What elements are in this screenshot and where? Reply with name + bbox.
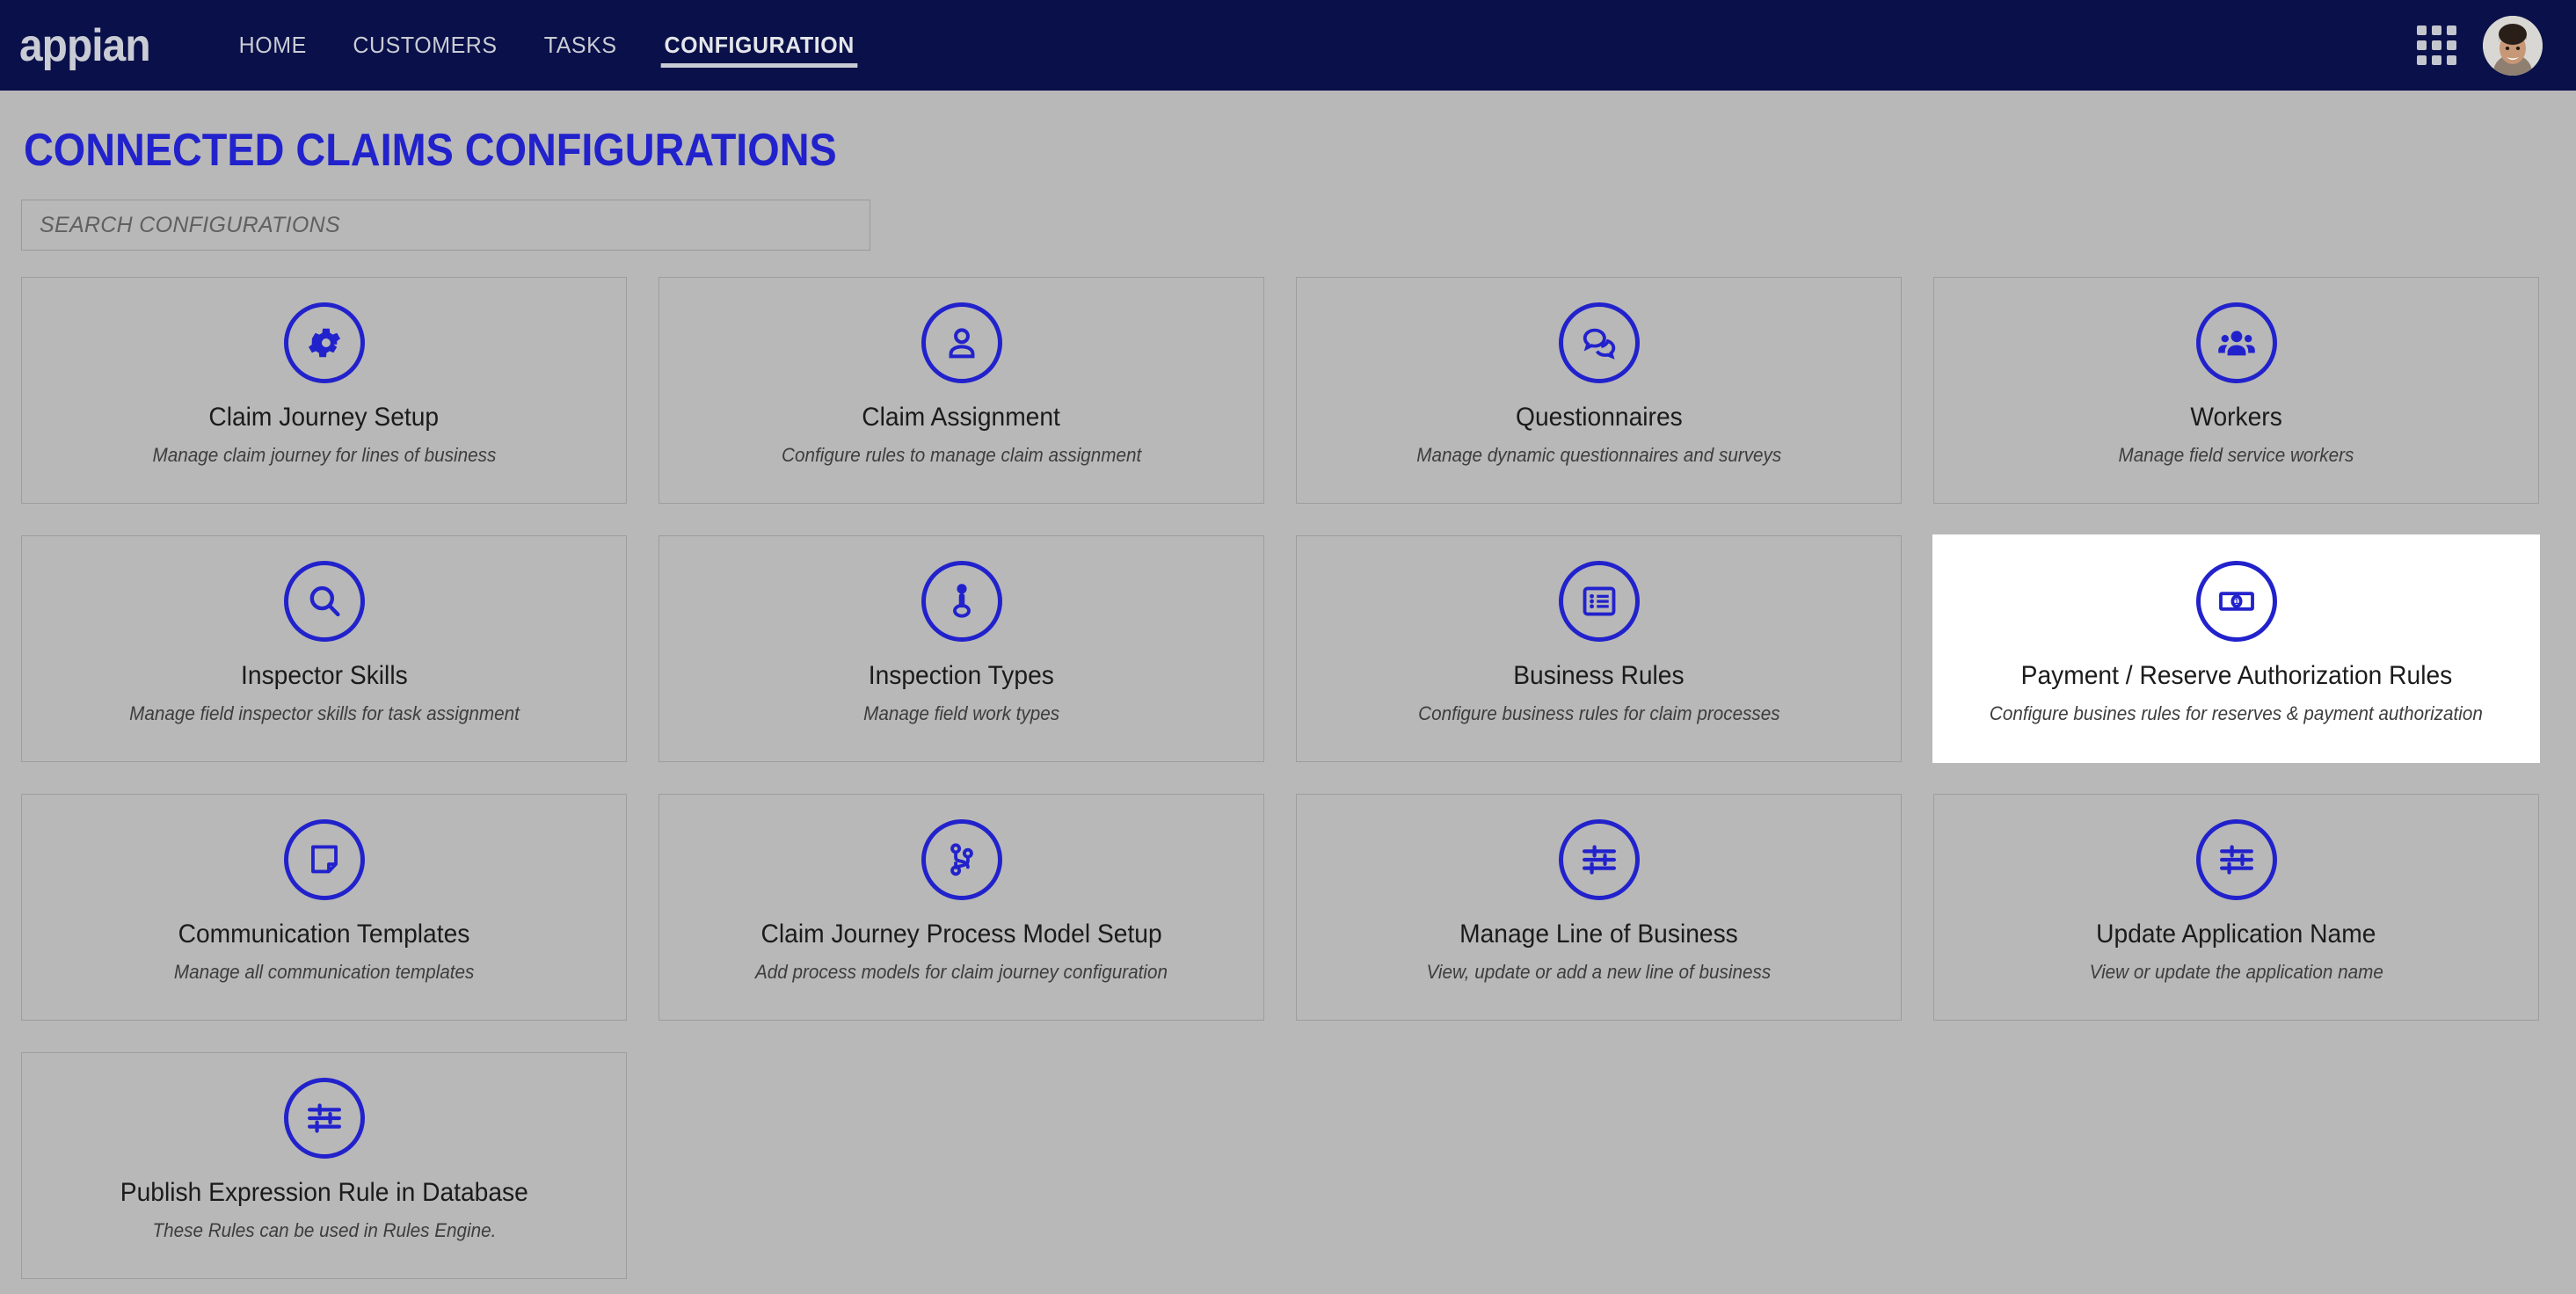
search-row <box>21 200 2555 251</box>
page-title: CONNECTED CLAIMS CONFIGURATIONS <box>24 125 837 176</box>
card-title: Inspector Skills <box>240 661 408 690</box>
card-title: Workers <box>2190 403 2282 432</box>
user-icon <box>921 302 1002 383</box>
list-box-icon <box>1558 561 1640 642</box>
card-description: View, update or add a new line of busine… <box>1426 960 1772 983</box>
page-body: CONNECTED CLAIMS CONFIGURATIONS Claim Jo… <box>0 124 2576 1279</box>
magnifier-icon <box>283 561 365 642</box>
nav-item-home[interactable]: HOME <box>218 0 326 91</box>
card-workers[interactable]: Workers Manage field service workers <box>1933 277 2539 504</box>
branch-flow-icon <box>921 819 1002 900</box>
card-title: Communication Templates <box>178 920 470 949</box>
card-title: Manage Line of Business <box>1459 920 1738 949</box>
card-description: Configure rules to manage claim assignme… <box>781 443 1142 466</box>
card-description: Manage field work types <box>862 702 1059 724</box>
card-communication-templates[interactable]: Communication Templates Manage all commu… <box>21 794 627 1021</box>
sliders-icon <box>2195 819 2277 900</box>
card-title: Claim Assignment <box>862 403 1061 432</box>
svg-text:1: 1 <box>2234 597 2238 606</box>
card-claim-journey-process-model-setup[interactable]: Claim Journey Process Model Setup Add pr… <box>659 794 1264 1021</box>
user-avatar-photo <box>2483 15 2543 76</box>
nav-item-customers[interactable]: CUSTOMERS <box>332 0 517 91</box>
card-title: Inspection Types <box>868 661 1055 690</box>
card-description: Add process models for claim journey con… <box>754 960 1168 983</box>
card-description: Manage field service workers <box>2118 443 2354 466</box>
avatar[interactable] <box>2483 15 2543 76</box>
sliders-icon <box>1558 819 1640 900</box>
card-description: Manage field inspector skills for task a… <box>128 702 520 724</box>
card-inspection-types[interactable]: Inspection Types Manage field work types <box>659 535 1264 762</box>
card-description: Manage dynamic questionnaires and survey… <box>1415 443 1781 466</box>
card-title: Claim Journey Setup <box>208 403 440 432</box>
sliders-icon <box>283 1078 365 1159</box>
card-description: These Rules can be used in Rules Engine. <box>152 1218 496 1241</box>
nav-item-tasks[interactable]: TASKS <box>524 0 637 91</box>
person-standing-icon <box>921 561 1002 642</box>
nav-item-configuration[interactable]: CONFIGURATION <box>644 0 875 91</box>
card-description: View or update the application name <box>2089 960 2383 983</box>
search-input[interactable] <box>21 200 870 251</box>
card-publish-expression-rule-in-database[interactable]: Publish Expression Rule in Database Thes… <box>21 1052 627 1279</box>
app-header: appian HOME CUSTOMERS TASKS CONFIGURATIO… <box>0 0 2576 91</box>
card-title: Business Rules <box>1513 661 1685 690</box>
chat-bubbles-icon <box>1558 302 1640 383</box>
card-description: Manage all communication templates <box>173 960 475 983</box>
card-claim-journey-setup[interactable]: Claim Journey Setup Manage claim journey… <box>21 277 627 504</box>
configuration-card-grid: Claim Journey Setup Manage claim journey… <box>21 277 2555 1279</box>
apps-grid-icon[interactable] <box>2417 25 2456 65</box>
card-title: Claim Journey Process Model Setup <box>760 920 1162 949</box>
card-title: Payment / Reserve Authorization Rules <box>2020 661 2452 690</box>
card-payment-reserve-authorization-rules[interactable]: 1 Payment / Reserve Authorization Rules … <box>1933 535 2539 762</box>
card-business-rules[interactable]: Business Rules Configure business rules … <box>1296 535 1902 762</box>
card-description: Configure busines rules for reserves & p… <box>1990 702 2483 724</box>
appian-logo[interactable]: appian <box>19 23 151 69</box>
card-questionnaires[interactable]: Questionnaires Manage dynamic questionna… <box>1296 277 1902 504</box>
card-claim-assignment[interactable]: Claim Assignment Configure rules to mana… <box>659 277 1264 504</box>
gear-icon <box>283 302 365 383</box>
card-title: Publish Expression Rule in Database <box>120 1178 528 1207</box>
header-right-controls <box>2417 15 2543 76</box>
card-update-application-name[interactable]: Update Application Name View or update t… <box>1933 794 2539 1021</box>
card-inspector-skills[interactable]: Inspector Skills Manage field inspector … <box>21 535 627 762</box>
card-manage-line-of-business[interactable]: Manage Line of Business View, update or … <box>1296 794 1902 1021</box>
card-description: Manage claim journey for lines of busine… <box>152 443 496 466</box>
card-description: Configure business rules for claim proce… <box>1417 702 1780 724</box>
card-title: Update Application Name <box>2096 920 2376 949</box>
people-group-icon <box>2195 302 2277 383</box>
main-nav: HOME CUSTOMERS TASKS CONFIGURATION <box>216 0 880 91</box>
banknote-icon: 1 <box>2195 561 2277 642</box>
note-edit-icon <box>283 819 365 900</box>
card-title: Questionnaires <box>1515 403 1683 432</box>
